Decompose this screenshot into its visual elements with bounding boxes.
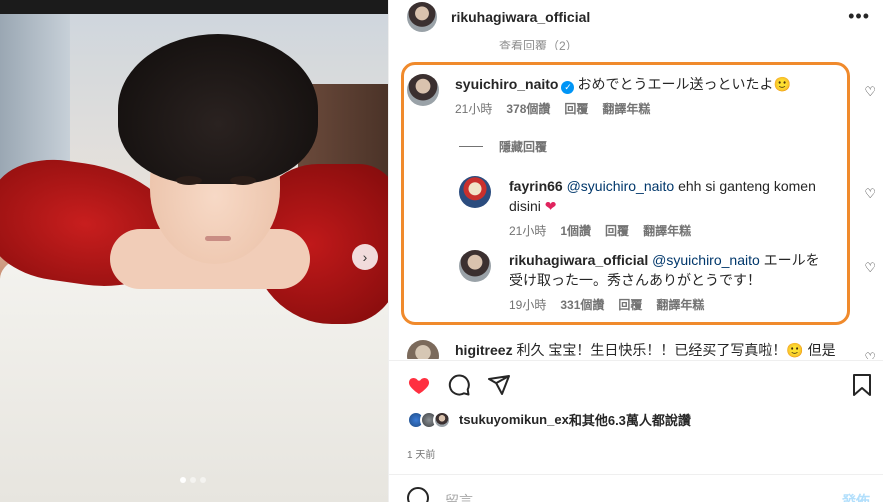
comment-text: 利久 宝宝！生日快乐！！已经买了写真啦！🙂 但是	[516, 342, 836, 358]
liker-avatars	[407, 410, 451, 429]
hide-replies-label: 隱藏回覆	[499, 140, 548, 154]
author-avatar[interactable]	[407, 2, 437, 32]
emoji-picker-icon[interactable]	[407, 487, 429, 502]
liker-avatar	[433, 410, 451, 429]
likes-summary[interactable]: tsukuyomikun_ex 和其他6.3萬人都說讚	[407, 410, 691, 429]
verified-badge-icon: ✓	[561, 81, 575, 94]
reply-mention[interactable]: @syuichiro_naito	[567, 178, 675, 194]
commenter-avatar[interactable]	[407, 340, 439, 359]
hide-replies-button[interactable]: 隱藏回覆	[459, 138, 547, 155]
like-comment-heart-icon[interactable]: ♡	[864, 84, 876, 100]
reply-username[interactable]: fayrin66	[509, 178, 563, 194]
liker-username[interactable]: tsukuyomikun_ex	[459, 412, 569, 427]
comment-time: 21小時	[455, 102, 493, 116]
comment-likes[interactable]: 378個讚	[506, 100, 550, 117]
carousel-dots	[180, 477, 206, 483]
comment-main: syuichiro_naito ✓ おめでとうエール送っといたよ🙂 21小時 378…	[407, 74, 847, 117]
add-comment-bar: 留言…… 發佈	[389, 474, 883, 502]
post-side-panel: rikuhagiwara_official ••• 查看回覆（2） syuich…	[388, 0, 883, 502]
comment-next: higitreez 利久 宝宝！生日快乐！！已经买了写真啦！🙂 但是	[407, 340, 847, 359]
photo-eye	[230, 176, 256, 185]
author-username[interactable]: rikuhagiwara_official	[451, 9, 590, 25]
comment-input[interactable]: 留言……	[445, 491, 501, 502]
reply-time: 21小時	[509, 224, 547, 238]
photo-eye	[176, 176, 202, 185]
reply-username[interactable]: rikuhagiwara_official	[509, 252, 648, 268]
translate-button[interactable]: 翻譯年糕	[643, 222, 691, 239]
like-reply-heart-icon[interactable]: ♡	[864, 186, 876, 202]
like-reply-heart-icon[interactable]: ♡	[864, 260, 876, 276]
photo-mouth	[205, 236, 231, 241]
reply-time: 19小時	[509, 298, 547, 312]
commenter-username[interactable]: higitreez	[455, 342, 513, 358]
commenter-avatar[interactable]	[407, 74, 439, 106]
photo-scene	[0, 14, 388, 502]
post-button[interactable]: 發佈	[842, 491, 870, 502]
post-photo[interactable]: ›	[0, 0, 388, 502]
save-bookmark-icon[interactable]	[851, 373, 873, 397]
likes-others[interactable]: 其他6.3萬人都說讚	[582, 410, 691, 429]
reply-item: rikuhagiwara_official @syuichiro_naito エ…	[459, 250, 829, 313]
post-header: rikuhagiwara_official •••	[389, 0, 883, 34]
more-horizontal-icon[interactable]: •••	[848, 6, 870, 27]
like-comment-heart-icon[interactable]: ♡	[864, 350, 876, 359]
reply-likes[interactable]: 331個讚	[560, 296, 604, 313]
view-replies-cut[interactable]: 查看回覆（2）	[499, 40, 578, 50]
carousel-dot	[190, 477, 196, 483]
photo-hair	[118, 34, 318, 184]
smile-emoji-icon: 🙂	[773, 76, 791, 92]
reply-button[interactable]: 回覆	[605, 222, 629, 239]
carousel-dot	[180, 477, 186, 483]
reply-likes[interactable]: 1個讚	[560, 222, 591, 239]
comment-bubble-icon[interactable]	[447, 373, 471, 397]
reply-avatar[interactable]	[459, 250, 491, 282]
reply-item: fayrin66 @syuichiro_naito ehh si ganteng…	[459, 176, 829, 239]
translate-button[interactable]: 翻譯年糕	[656, 296, 704, 313]
divider-line	[459, 146, 483, 147]
heart-emoji-icon: ❤	[544, 198, 557, 214]
action-bar	[389, 360, 883, 406]
carousel-dot	[200, 477, 206, 483]
reply-mention[interactable]: @syuichiro_naito	[652, 252, 760, 268]
comments-list[interactable]: 查看回覆（2） syuichiro_naito ✓ おめでとうエール送っといたよ🙂 …	[389, 34, 883, 359]
comment-text: おめでとうエール送っといたよ	[577, 76, 774, 92]
commenter-username[interactable]: syuichiro_naito	[455, 76, 558, 92]
reply-avatar[interactable]	[459, 176, 491, 208]
next-photo-chevron-icon[interactable]: ›	[352, 244, 378, 270]
like-heart-filled-icon[interactable]	[407, 373, 431, 397]
reply-button[interactable]: 回覆	[618, 296, 642, 313]
translate-button[interactable]: 翻譯年糕	[602, 100, 650, 117]
share-send-icon[interactable]	[487, 373, 511, 397]
reply-button[interactable]: 回覆	[564, 100, 588, 117]
post-time: 1 天前	[407, 450, 436, 461]
likes-joiner: 和	[568, 413, 582, 428]
